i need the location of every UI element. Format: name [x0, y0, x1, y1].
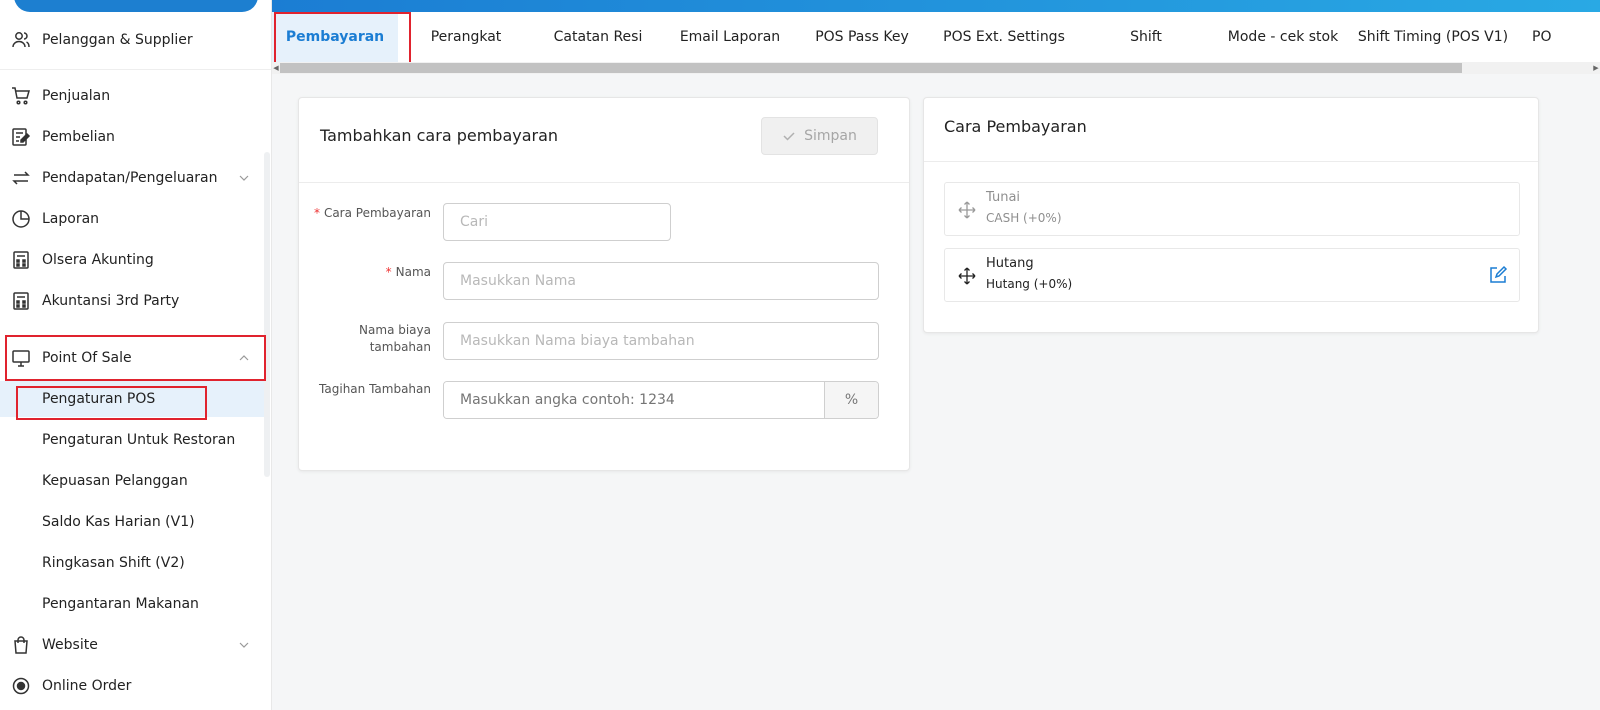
- tab-catatan-resi[interactable]: Catatan Resi: [534, 12, 662, 62]
- tabs-horizontal-scrollbar[interactable]: ◀ ▶: [272, 62, 1600, 74]
- tab-shift-timing[interactable]: Shift Timing (POS V1): [1356, 12, 1510, 62]
- sidebar-item-label: Pendapatan/Pengeluaran: [42, 170, 218, 186]
- sidebar-item-label: Website: [42, 637, 98, 653]
- sidebar-item-label: Akuntansi 3rd Party: [42, 293, 180, 309]
- scrollbar-thumb[interactable]: [280, 63, 1462, 73]
- calculator-icon: [11, 250, 31, 270]
- tab-pos-ext-settings[interactable]: POS Ext. Settings: [926, 12, 1082, 62]
- tagihan-tambahan-group: %: [443, 381, 879, 419]
- payment-method-detail: Hutang (+0%): [986, 277, 1073, 291]
- cart-icon: [11, 86, 31, 106]
- payment-methods-card: Cara Pembayaran Tunai CASH (+0%) Hutang …: [923, 97, 1539, 333]
- sidebar-item-website[interactable]: Website: [0, 627, 271, 663]
- sidebar-item-label: Olsera Akunting: [42, 252, 154, 268]
- scroll-left-arrow-icon[interactable]: ◀: [272, 62, 280, 74]
- sidebar-item-pembelian[interactable]: Pembelian: [0, 119, 271, 155]
- tagihan-tambahan-input[interactable]: [444, 382, 824, 418]
- sidebar-item-pendapatan-pengeluaran[interactable]: Pendapatan/Pengeluaran: [0, 160, 271, 196]
- payment-method-item[interactable]: Hutang Hutang (+0%): [944, 248, 1520, 302]
- sidebar-item-pelanggan-supplier[interactable]: Pelanggan & Supplier: [0, 22, 271, 58]
- sidebar-item-label: Pembelian: [42, 129, 115, 145]
- sidebar-item-akuntansi-3rd-party[interactable]: Akuntansi 3rd Party: [0, 283, 271, 319]
- percent-suffix: %: [824, 382, 878, 418]
- sidebar-item-point-of-sale[interactable]: Point Of Sale: [0, 340, 271, 376]
- monitor-icon: [11, 348, 31, 368]
- sidebar-subitem-pengaturan-pos[interactable]: Pengaturan POS: [0, 381, 268, 417]
- top-bar: [272, 0, 1600, 12]
- main-content: Tambahkan cara pembayaran Simpan * Cara P…: [272, 74, 1600, 710]
- scroll-right-arrow-icon[interactable]: ▶: [1592, 62, 1600, 74]
- card-title: Cara Pembayaran: [944, 117, 1087, 136]
- sidebar-item-label: Pelanggan & Supplier: [42, 32, 193, 48]
- payment-method-detail: CASH (+0%): [986, 211, 1062, 225]
- sidebar-item-online-order[interactable]: Online Order: [0, 668, 271, 704]
- tab-mode-cek-stok[interactable]: Mode - cek stok: [1210, 12, 1356, 62]
- save-button[interactable]: Simpan: [761, 117, 878, 155]
- add-payment-method-card: Tambahkan cara pembayaran Simpan * Cara P…: [298, 97, 910, 471]
- sidebar-item-olsera-akunting[interactable]: Olsera Akunting: [0, 242, 271, 278]
- sidebar-subitem-ringkasan-shift[interactable]: Ringkasan Shift (V2): [0, 545, 268, 581]
- transfer-icon: [11, 168, 31, 188]
- check-icon: [783, 132, 795, 141]
- radio-circle-icon: [11, 676, 31, 696]
- tagihan-tambahan-label: Tagihan Tambahan: [319, 382, 431, 396]
- tab-pembayaran[interactable]: Pembayaran: [272, 12, 398, 62]
- users-icon: [11, 30, 31, 50]
- sidebar-item-penjualan[interactable]: Penjualan: [0, 78, 271, 114]
- sidebar-subitem-pengaturan-restoran[interactable]: Pengaturan Untuk Restoran: [0, 422, 268, 458]
- tab-bar: Pembayaran Perangkat Catatan Resi Email …: [272, 12, 1600, 62]
- app-window: Pelanggan & Supplier Penjualan Pembelian…: [0, 0, 1600, 710]
- payment-method-name: Tunai: [986, 190, 1021, 205]
- sidebar-subitem-pengantaran-makanan[interactable]: Pengantaran Makanan: [0, 586, 268, 622]
- nama-biaya-tambahan-input[interactable]: [443, 322, 879, 360]
- sidebar-item-laporan[interactable]: Laporan: [0, 201, 271, 237]
- sidebar-item-label: Penjualan: [42, 88, 111, 104]
- nama-label: * Nama: [385, 265, 431, 279]
- sidebar-subitem-saldo-kas-harian[interactable]: Saldo Kas Harian (V1): [0, 504, 268, 540]
- sidebar-item-label: Point Of Sale: [42, 350, 132, 366]
- payment-method-name: Hutang: [986, 256, 1034, 271]
- sidebar-top-button[interactable]: [14, 0, 258, 12]
- tab-perangkat[interactable]: Perangkat: [398, 12, 534, 62]
- purchase-doc-icon: [11, 127, 31, 147]
- calculator-icon: [11, 291, 31, 311]
- chevron-down-icon: [239, 175, 249, 181]
- sidebar: Pelanggan & Supplier Penjualan Pembelian…: [0, 0, 272, 710]
- sidebar-item-label: Laporan: [42, 211, 100, 227]
- tab-pos-pass-key[interactable]: POS Pass Key: [798, 12, 926, 62]
- sidebar-divider: [0, 69, 271, 70]
- required-mark: *: [313, 206, 320, 220]
- sidebar-subitem-kepuasan-pelanggan[interactable]: Kepuasan Pelanggan: [0, 463, 268, 499]
- save-button-label: Simpan: [804, 128, 857, 144]
- drag-move-icon[interactable]: [957, 266, 977, 286]
- tab-email-laporan[interactable]: Email Laporan: [662, 12, 798, 62]
- card-divider: [924, 161, 1538, 162]
- cara-pembayaran-label: * Cara Pembayaran: [313, 206, 431, 220]
- pie-chart-icon: [11, 209, 31, 229]
- nama-input[interactable]: [443, 262, 879, 300]
- sidebar-item-label: Online Order: [42, 678, 132, 694]
- tab-shift[interactable]: Shift: [1082, 12, 1210, 62]
- sidebar-scrollbar[interactable]: [264, 152, 270, 477]
- chevron-down-icon: [239, 642, 249, 648]
- nama-biaya-tambahan-label: Nama biaya tambahan: [359, 323, 431, 354]
- card-divider: [299, 182, 909, 183]
- card-title: Tambahkan cara pembayaran: [320, 126, 559, 145]
- drag-move-icon[interactable]: [957, 200, 977, 220]
- edit-icon[interactable]: [1488, 265, 1508, 285]
- required-mark: *: [385, 265, 392, 279]
- cara-pembayaran-search-input[interactable]: [443, 203, 671, 241]
- tab-po-partial[interactable]: PO: [1510, 12, 1580, 62]
- chevron-up-icon: [239, 355, 249, 361]
- shopping-bag-icon: [11, 635, 31, 655]
- payment-method-item[interactable]: Tunai CASH (+0%): [944, 182, 1520, 236]
